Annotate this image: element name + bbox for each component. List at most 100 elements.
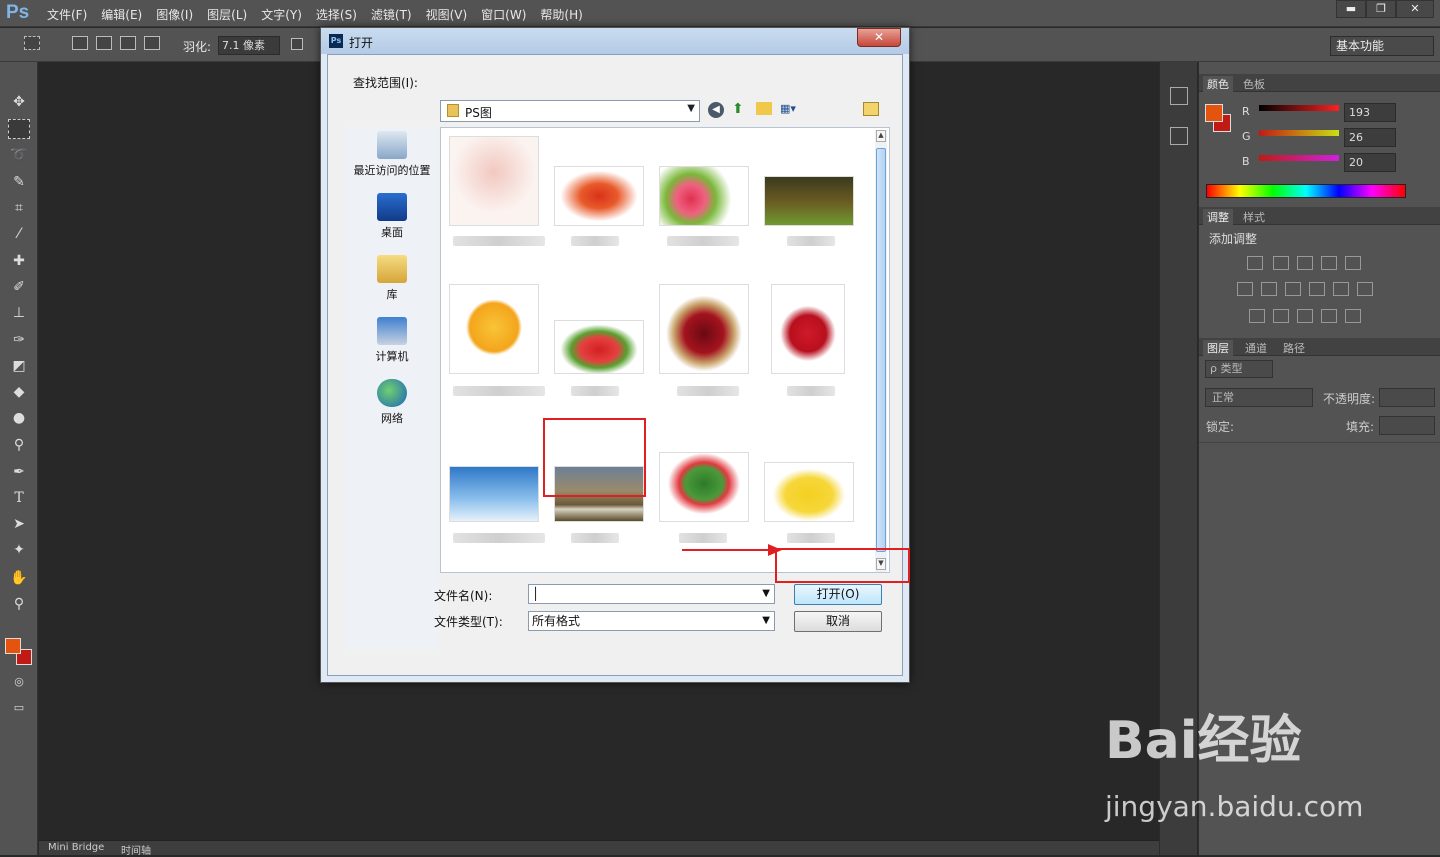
tab-layers[interactable]: 图层	[1203, 340, 1233, 356]
green-slider[interactable]	[1259, 130, 1339, 136]
new-folder-icon[interactable]	[756, 102, 772, 115]
place-desktop[interactable]: 桌面	[346, 193, 438, 240]
history-brush-icon[interactable]: ✑	[8, 330, 30, 350]
brush-tool-icon[interactable]: ✐	[8, 277, 30, 297]
menu-window[interactable]: 窗口(W)	[474, 6, 533, 23]
menu-view[interactable]: 视图(V)	[419, 6, 475, 23]
color-fg-swatch[interactable]	[1205, 104, 1223, 122]
invert-icon[interactable]	[1249, 309, 1265, 323]
marquee-tool-icon[interactable]	[8, 119, 30, 139]
red-value[interactable]: 193	[1344, 103, 1396, 122]
black-white-icon[interactable]	[1285, 282, 1301, 296]
back-icon[interactable]: ◀	[708, 102, 724, 118]
green-value[interactable]: 26	[1344, 128, 1396, 147]
eraser-tool-icon[interactable]: ◩	[8, 356, 30, 376]
blur-tool-icon[interactable]: ●	[8, 408, 30, 428]
antialias-checkbox[interactable]	[291, 38, 303, 50]
scroll-thumb[interactable]	[876, 148, 886, 552]
shape-tool-icon[interactable]: ✦	[8, 540, 30, 560]
menu-help[interactable]: 帮助(H)	[533, 6, 589, 23]
thumb-strawberry[interactable]	[554, 320, 644, 374]
photo-filter-icon[interactable]	[1309, 282, 1325, 296]
crop-tool-icon[interactable]: ⌗	[8, 198, 30, 218]
new-selection-icon[interactable]	[72, 36, 88, 50]
layer-filter-select[interactable]: ρ 类型	[1205, 360, 1273, 378]
blend-mode-select[interactable]: 正常	[1205, 388, 1313, 407]
red-slider[interactable]	[1259, 105, 1339, 111]
thumb-lychee[interactable]	[659, 166, 749, 226]
hand-tool-icon[interactable]: ✋	[8, 568, 30, 588]
feather-input[interactable]: 7.1 像素	[218, 36, 280, 55]
scroll-up-icon[interactable]: ▲	[876, 130, 886, 142]
color-balance-icon[interactable]	[1261, 282, 1277, 296]
thumb-apple[interactable]	[771, 284, 845, 374]
opacity-input[interactable]	[1379, 388, 1435, 407]
quick-select-tool-icon[interactable]: ✎	[8, 172, 30, 192]
menu-select[interactable]: 选择(S)	[309, 6, 364, 23]
blue-value[interactable]: 20	[1344, 153, 1396, 172]
eyedropper-tool-icon[interactable]: ⁄	[8, 224, 30, 244]
subtract-selection-icon[interactable]	[120, 36, 136, 50]
color-spectrum-bar[interactable]	[1206, 184, 1406, 198]
tab-styles[interactable]: 样式	[1243, 209, 1265, 225]
posterize-icon[interactable]	[1273, 309, 1289, 323]
exposure-adjust-icon[interactable]	[1321, 256, 1337, 270]
hue-adjust-icon[interactable]	[1237, 282, 1253, 296]
up-folder-icon[interactable]: ⬆	[732, 101, 744, 117]
move-tool-icon[interactable]: ✥	[8, 92, 30, 112]
filename-input[interactable]: │ ▼	[528, 584, 775, 604]
file-list-scrollbar[interactable]: ▲ ▼	[875, 130, 887, 572]
tab-paths[interactable]: 路径	[1283, 340, 1305, 356]
tab-mini-bridge[interactable]: Mini Bridge	[48, 842, 104, 853]
quick-mask-icon[interactable]: ◎	[8, 672, 30, 692]
lasso-tool-icon[interactable]: ➰	[8, 145, 30, 165]
pen-tool-icon[interactable]: ✒	[8, 462, 30, 482]
place-recent[interactable]: 最近访问的位置	[346, 131, 438, 178]
healing-tool-icon[interactable]: ✚	[8, 251, 30, 271]
intersect-selection-icon[interactable]	[144, 36, 160, 50]
place-computer[interactable]: 计算机	[346, 317, 438, 364]
tab-color[interactable]: 颜色	[1203, 76, 1233, 92]
thumb-cherries[interactable]	[659, 284, 749, 374]
thumb-watermelon[interactable]	[659, 452, 749, 522]
foreground-color-swatch[interactable]	[5, 638, 21, 654]
tab-swatches[interactable]: 色板	[1243, 76, 1265, 92]
add-selection-icon[interactable]	[96, 36, 112, 50]
filename-chevron-icon[interactable]: ▼	[762, 585, 770, 603]
zoom-tool-icon[interactable]: ⚲	[8, 594, 30, 614]
menu-image[interactable]: 图像(I)	[149, 6, 200, 23]
stamp-tool-icon[interactable]: ⊥	[8, 303, 30, 323]
filetype-select[interactable]: 所有格式 ▼	[528, 611, 775, 631]
blue-slider[interactable]	[1259, 155, 1339, 161]
fill-input[interactable]	[1379, 416, 1435, 435]
tab-channels[interactable]: 通道	[1245, 340, 1267, 356]
vibrance-adjust-icon[interactable]	[1345, 256, 1361, 270]
levels-adjust-icon[interactable]	[1273, 256, 1289, 270]
menu-type[interactable]: 文字(Y)	[254, 6, 309, 23]
threshold-icon[interactable]	[1297, 309, 1313, 323]
filetype-chevron-icon[interactable]: ▼	[762, 612, 770, 630]
thumb-sky[interactable]	[449, 466, 539, 522]
menu-file[interactable]: 文件(F)	[40, 6, 94, 23]
brightness-adjust-icon[interactable]	[1247, 256, 1263, 270]
restore-button[interactable]: ❐	[1366, 0, 1396, 18]
history-panel-icon[interactable]	[1170, 87, 1188, 105]
place-network[interactable]: 网络	[346, 379, 438, 426]
channel-mixer-icon[interactable]	[1333, 282, 1349, 296]
look-in-select[interactable]: PS图 ▼	[440, 100, 700, 122]
curves-adjust-icon[interactable]	[1297, 256, 1313, 270]
gradient-map-icon[interactable]	[1321, 309, 1337, 323]
menu-layer[interactable]: 图层(L)	[200, 6, 254, 23]
selective-color-icon[interactable]	[1345, 309, 1361, 323]
close-window-button[interactable]: ✕	[1396, 0, 1434, 18]
cancel-button[interactable]: 取消	[794, 611, 882, 632]
menu-edit[interactable]: 编辑(E)	[94, 6, 149, 23]
minimize-button[interactable]: ▬	[1336, 0, 1366, 18]
properties-panel-icon[interactable]	[1170, 127, 1188, 145]
thumb-hands[interactable]	[449, 136, 539, 226]
thumb-banana[interactable]	[764, 462, 854, 522]
workspace-select[interactable]: 基本功能	[1330, 36, 1434, 56]
marquee-preset-icon[interactable]	[24, 36, 40, 50]
tab-adjustments[interactable]: 调整	[1203, 209, 1233, 225]
path-select-icon[interactable]: ➤	[8, 514, 30, 534]
